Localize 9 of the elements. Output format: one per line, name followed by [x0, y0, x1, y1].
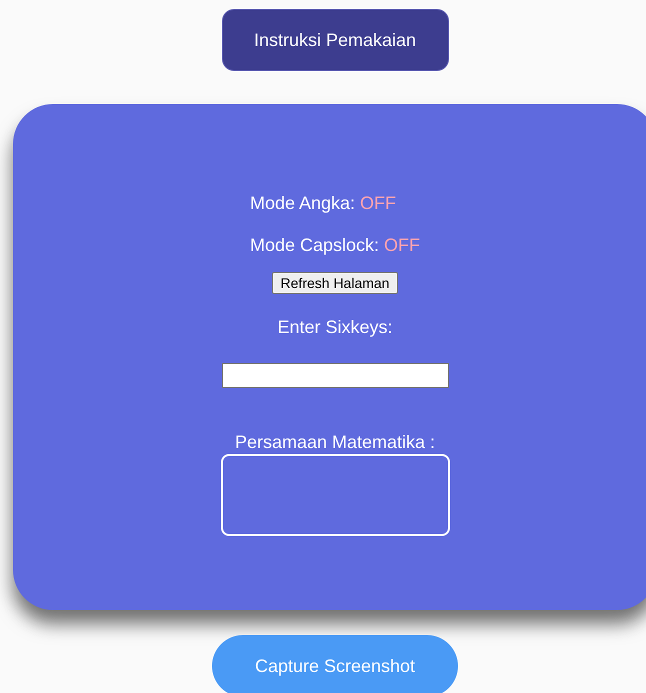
instructions-button[interactable]: Instruksi Pemakaian [222, 9, 448, 71]
sixkeys-label: Enter Sixkeys: [277, 316, 393, 338]
refresh-button[interactable]: Refresh Halaman [272, 272, 398, 294]
sixkeys-input-field[interactable] [222, 363, 448, 388]
equation-label: Persamaan Matematika : [234, 431, 436, 453]
mode-status: OFF [384, 235, 420, 255]
mode-label: Mode Angka: [250, 193, 356, 213]
mode-label: Mode Capslock: [250, 235, 380, 255]
mode-status: OFF [360, 193, 396, 213]
